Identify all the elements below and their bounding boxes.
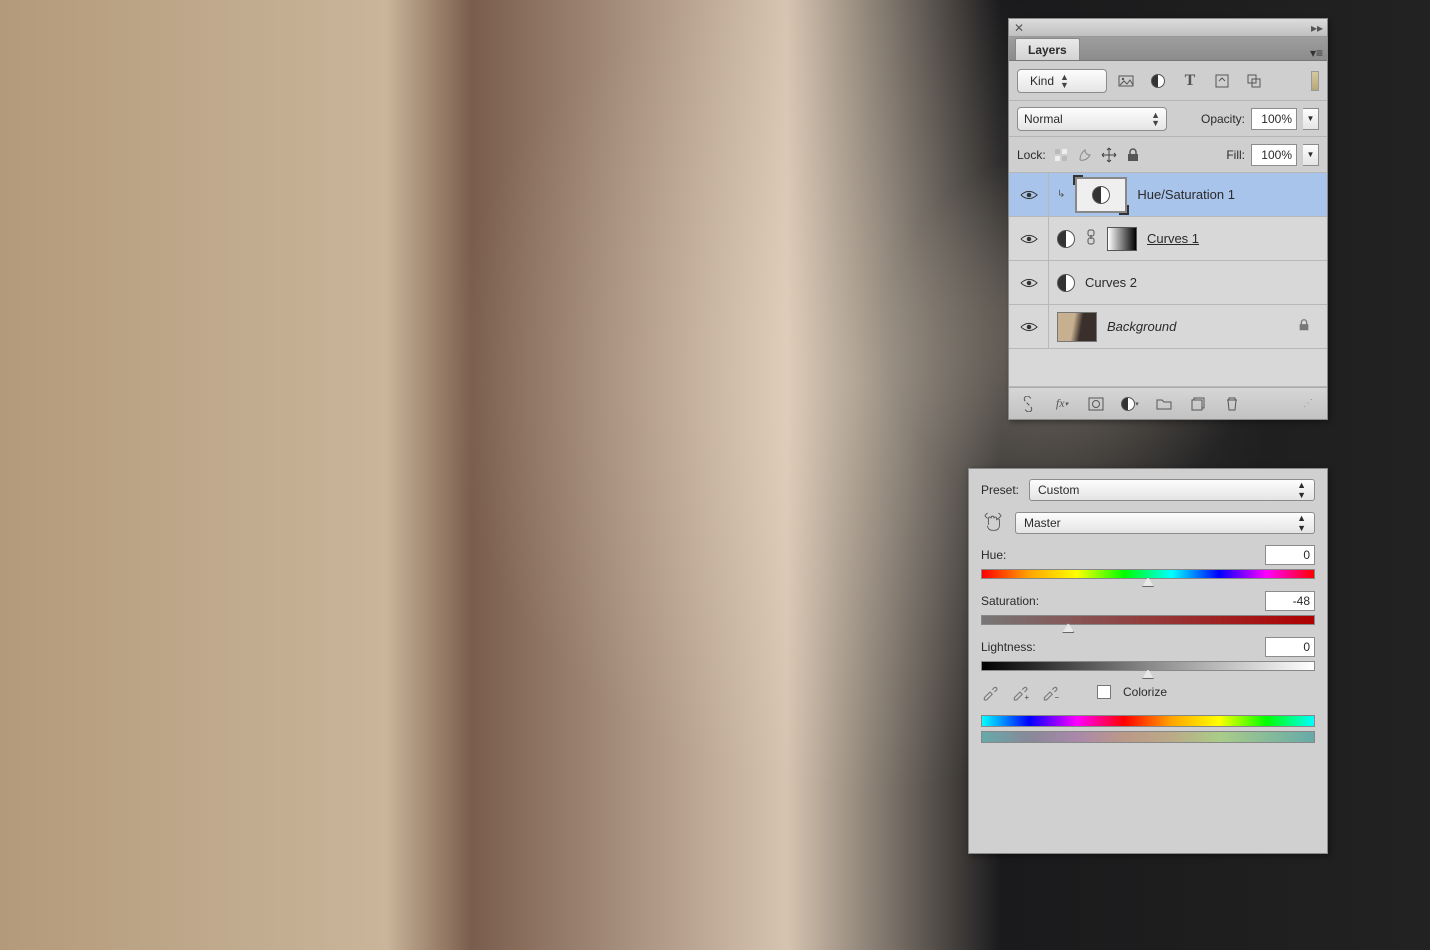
new-adjustment-icon[interactable]: ▾ xyxy=(1121,395,1139,413)
channel-value: Master xyxy=(1024,516,1061,530)
saturation-value-field[interactable]: -48 xyxy=(1265,591,1315,611)
lock-transparent-icon[interactable] xyxy=(1052,146,1070,164)
visibility-toggle[interactable] xyxy=(1009,173,1049,216)
lightness-slider[interactable] xyxy=(981,661,1315,671)
filter-adjustment-icon[interactable] xyxy=(1149,72,1167,90)
filter-smart-icon[interactable] xyxy=(1245,72,1263,90)
fill-field[interactable]: 100% xyxy=(1251,144,1297,166)
blend-opacity-row: Normal ▲▼ Opacity: 100% ▼ xyxy=(1009,101,1327,137)
opacity-field[interactable]: 100% xyxy=(1251,108,1297,130)
panel-tabs: Layers ▾≡ xyxy=(1009,37,1327,61)
eyedropper-icon[interactable] xyxy=(981,683,999,701)
clip-indicator-icon: ↳ xyxy=(1057,189,1065,200)
hue-slider-group: Hue: 0 xyxy=(981,545,1315,579)
svg-text:+: + xyxy=(1025,693,1030,701)
filter-type-label: Kind xyxy=(1030,74,1054,88)
lightness-label: Lightness: xyxy=(981,640,1036,654)
fill-label: Fill: xyxy=(1226,148,1245,162)
layer-mask-thumb[interactable] xyxy=(1107,227,1137,251)
adjustment-icon xyxy=(1057,230,1075,248)
preset-select[interactable]: Custom ▲▼ xyxy=(1029,479,1315,501)
close-icon[interactable]: ✕ xyxy=(1013,22,1025,34)
filter-type-icon[interactable]: T xyxy=(1181,72,1199,90)
filter-type-select[interactable]: Kind ▲▼ xyxy=(1017,69,1107,93)
resize-grip-icon[interactable]: ⋰ xyxy=(1299,395,1317,413)
spectrum-top xyxy=(981,715,1315,727)
tab-layers[interactable]: Layers xyxy=(1015,38,1080,60)
layer-name[interactable]: Hue/Saturation 1 xyxy=(1137,187,1235,202)
blend-mode-select[interactable]: Normal ▲▼ xyxy=(1017,107,1167,131)
layer-row[interactable]: ↳ Hue/Saturation 1 xyxy=(1009,173,1327,217)
eyedropper-subtract-icon[interactable]: − xyxy=(1041,683,1059,701)
slider-thumb[interactable] xyxy=(1062,623,1074,633)
colorize-label: Colorize xyxy=(1123,685,1167,699)
eyedropper-add-icon[interactable]: + xyxy=(1011,683,1029,701)
preset-value: Custom xyxy=(1038,483,1079,497)
filter-pixel-icon[interactable] xyxy=(1117,72,1135,90)
filter-shape-icon[interactable] xyxy=(1213,72,1231,90)
lock-icon xyxy=(1297,318,1311,335)
preset-label: Preset: xyxy=(981,483,1019,497)
channel-select[interactable]: Master ▲▼ xyxy=(1015,512,1315,534)
delete-layer-icon[interactable] xyxy=(1223,395,1241,413)
color-spectrums xyxy=(981,715,1315,743)
adjustment-icon xyxy=(1057,274,1075,292)
panel-titlebar[interactable]: ✕ ▸▸ xyxy=(1009,19,1327,37)
fill-dropdown[interactable]: ▼ xyxy=(1303,144,1319,166)
layer-list: ↳ Hue/Saturation 1 Curves 1 Curves 2 xyxy=(1009,173,1327,387)
panel-menu-icon[interactable]: ▾≡ xyxy=(1310,46,1323,60)
saturation-label: Saturation: xyxy=(981,594,1039,608)
saturation-slider-group: Saturation: -48 xyxy=(981,591,1315,625)
visibility-toggle[interactable] xyxy=(1009,305,1049,348)
link-layers-icon[interactable] xyxy=(1019,395,1037,413)
hue-value-field[interactable]: 0 xyxy=(1265,545,1315,565)
layer-row[interactable]: Curves 2 xyxy=(1009,261,1327,305)
lock-all-icon[interactable] xyxy=(1124,146,1142,164)
lock-fill-row: Lock: Fill: 100% ▼ xyxy=(1009,137,1327,173)
layer-filter-row: Kind ▲▼ T xyxy=(1009,61,1327,101)
slider-thumb[interactable] xyxy=(1142,669,1154,679)
spectrum-bottom xyxy=(981,731,1315,743)
layer-thumb[interactable] xyxy=(1075,177,1127,213)
filter-toggle[interactable] xyxy=(1311,71,1319,91)
opacity-dropdown[interactable]: ▼ xyxy=(1303,108,1319,130)
hue-slider[interactable] xyxy=(981,569,1315,579)
lock-label: Lock: xyxy=(1017,148,1046,162)
colorize-checkbox[interactable] xyxy=(1097,685,1111,699)
link-icon[interactable] xyxy=(1085,229,1097,248)
new-group-icon[interactable] xyxy=(1155,395,1173,413)
lightness-slider-group: Lightness: 0 xyxy=(981,637,1315,671)
add-mask-icon[interactable] xyxy=(1087,395,1105,413)
layer-row[interactable]: Curves 1 xyxy=(1009,217,1327,261)
lock-image-icon[interactable] xyxy=(1076,146,1094,164)
saturation-slider[interactable] xyxy=(981,615,1315,625)
targeted-adjust-icon[interactable] xyxy=(981,511,1005,535)
collapse-icon[interactable]: ▸▸ xyxy=(1311,22,1323,34)
layer-row[interactable]: Background xyxy=(1009,305,1327,349)
layer-thumb[interactable] xyxy=(1057,312,1097,342)
hue-label: Hue: xyxy=(981,548,1006,562)
visibility-toggle[interactable] xyxy=(1009,217,1049,260)
opacity-label: Opacity: xyxy=(1201,112,1245,126)
blend-mode-value: Normal xyxy=(1024,112,1063,126)
layer-name[interactable]: Background xyxy=(1107,319,1176,334)
hue-saturation-panel: Preset: Custom ▲▼ Master ▲▼ Hue: 0 Satur… xyxy=(968,468,1328,854)
lock-position-icon[interactable] xyxy=(1100,146,1118,164)
new-layer-icon[interactable] xyxy=(1189,395,1207,413)
svg-text:−: − xyxy=(1055,693,1060,701)
layer-style-icon[interactable]: fx▾ xyxy=(1053,395,1071,413)
lightness-value-field[interactable]: 0 xyxy=(1265,637,1315,657)
visibility-toggle[interactable] xyxy=(1009,261,1049,304)
layers-bottom-toolbar: fx▾ ▾ ⋰ xyxy=(1009,387,1327,419)
layers-panel: ✕ ▸▸ Layers ▾≡ Kind ▲▼ T Normal ▲▼ Opaci… xyxy=(1008,18,1328,420)
slider-thumb[interactable] xyxy=(1142,577,1154,587)
layer-name[interactable]: Curves 2 xyxy=(1085,275,1137,290)
layer-name[interactable]: Curves 1 xyxy=(1147,231,1199,246)
